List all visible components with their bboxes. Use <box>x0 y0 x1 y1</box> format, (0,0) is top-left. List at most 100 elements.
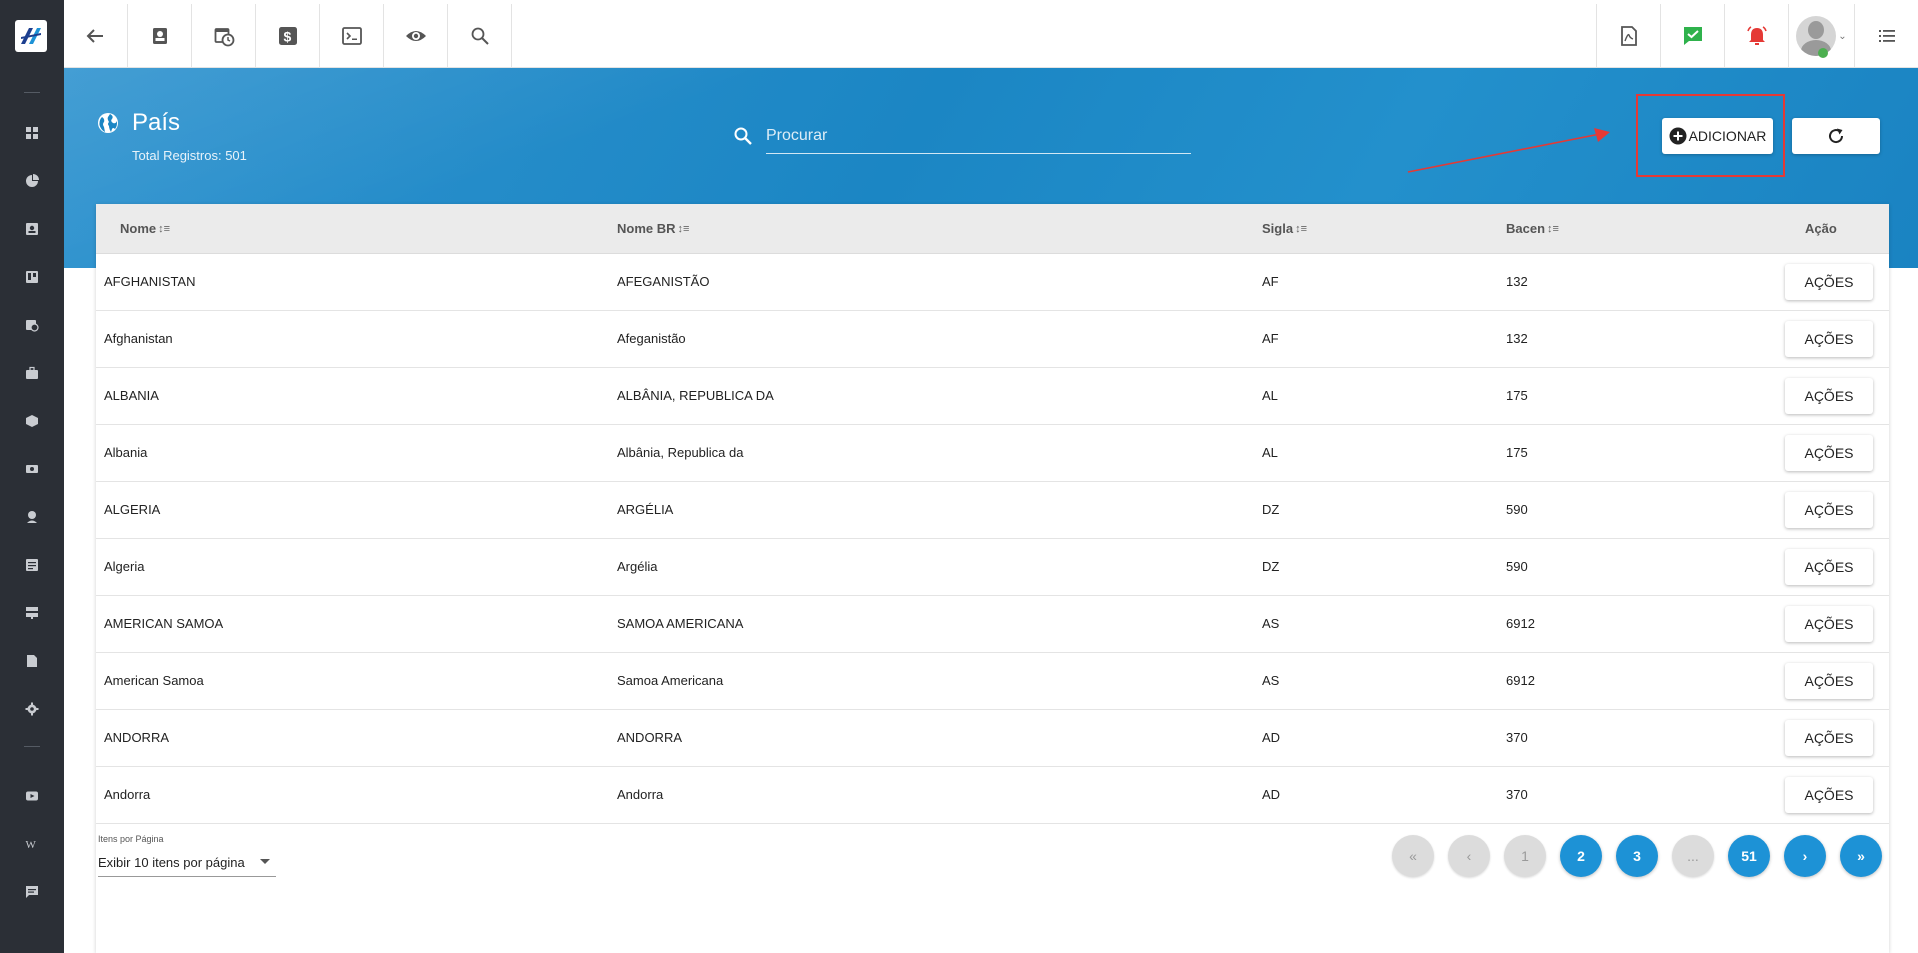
sidebar-item-finance[interactable] <box>0 454 64 484</box>
actions-button[interactable]: AÇÕES <box>1785 606 1873 642</box>
sidebar-item-wiki[interactable]: W <box>0 829 64 859</box>
table-row: ALBANIA ALBÂNIA, REPUBLICA DA AL 175 AÇÕ… <box>96 368 1889 425</box>
cube-icon <box>26 415 38 427</box>
sidebar-item-contacts[interactable] <box>0 214 64 244</box>
sidebar-item-kanban[interactable] <box>0 262 64 292</box>
actions-button[interactable]: AÇÕES <box>1785 663 1873 699</box>
briefcase-icon <box>26 366 38 379</box>
search-icon <box>471 27 489 45</box>
sort-icon: ↕≡ <box>1547 222 1559 235</box>
actions-button[interactable]: AÇÕES <box>1785 321 1873 357</box>
sidebar-item-settings[interactable] <box>0 694 64 724</box>
first-page-button[interactable]: « <box>1392 835 1434 877</box>
column-header-nome-br[interactable]: Nome BR ↕≡ <box>617 221 689 236</box>
alerts-button[interactable] <box>1724 4 1788 68</box>
location-person-icon <box>27 511 37 523</box>
cell-bacen: 590 <box>1506 502 1528 517</box>
pdf-button[interactable] <box>1596 4 1660 68</box>
add-button[interactable]: ADICIONAR <box>1662 118 1773 154</box>
cell-bacen: 370 <box>1506 787 1528 802</box>
main-menu-button[interactable] <box>1854 4 1918 68</box>
add-button-label: ADICIONAR <box>1688 128 1767 144</box>
actions-button[interactable]: AÇÕES <box>1785 777 1873 813</box>
contacts-button[interactable] <box>128 4 192 68</box>
user-menu-button[interactable]: ⌄ <box>1788 4 1854 68</box>
actions-button[interactable]: AÇÕES <box>1785 264 1873 300</box>
next-page-button[interactable]: › <box>1784 835 1826 877</box>
page-title: País <box>132 109 181 136</box>
cell-nome-br: Albânia, Republica da <box>617 445 744 460</box>
table-row: AMERICAN SAMOA SAMOA AMERICANA AS 6912 A… <box>96 596 1889 653</box>
sidebar-item-files[interactable] <box>0 646 64 676</box>
table-row: ALGERIA ARGÉLIA DZ 590 AÇÕES <box>96 482 1889 539</box>
cell-bacen: 175 <box>1506 445 1528 460</box>
avatar <box>1796 16 1837 56</box>
countries-table: Nome ↕≡ Nome BR ↕≡ Sigla ↕≡ Bacen ↕≡ Ação AF… <box>96 204 1889 953</box>
back-icon <box>86 29 103 43</box>
app-logo[interactable] <box>15 20 47 52</box>
dollar-icon: $ <box>278 27 297 45</box>
sidebar-item-business[interactable] <box>0 358 64 388</box>
cell-nome-br: ARGÉLIA <box>617 502 674 517</box>
actions-button[interactable]: AÇÕES <box>1785 549 1873 585</box>
search-input[interactable] <box>766 118 1191 154</box>
items-per-page-select[interactable]: Exibir 10 itens por página <box>98 849 276 877</box>
back-button[interactable] <box>64 4 128 68</box>
approvals-button[interactable] <box>1660 4 1724 68</box>
sidebar-item-charts[interactable] <box>0 166 64 196</box>
sidebar-item-chat[interactable] <box>0 877 64 907</box>
page-button-2[interactable]: 2 <box>1560 835 1602 877</box>
actions-button[interactable]: AÇÕES <box>1785 492 1873 528</box>
finance-button[interactable]: $ <box>256 4 320 68</box>
actions-button[interactable]: AÇÕES <box>1785 720 1873 756</box>
sidebar-item-servers[interactable] <box>0 598 64 628</box>
table-footer: Itens por Página Exibir 10 itens por pág… <box>96 825 1889 885</box>
schedule-button[interactable] <box>192 4 256 68</box>
cell-nome: ALBANIA <box>104 388 159 403</box>
cell-nome-br: Argélia <box>617 559 658 574</box>
pdf-icon <box>1620 26 1637 46</box>
sidebar-item-schedule[interactable] <box>0 310 64 340</box>
refresh-button[interactable] <box>1792 118 1880 154</box>
search-button[interactable] <box>448 4 512 68</box>
column-header-nome[interactable]: Nome ↕≡ <box>120 221 170 236</box>
table-row: Albania Albânia, Republica da AL 175 AÇÕ… <box>96 425 1889 482</box>
refresh-icon <box>1829 128 1844 144</box>
sidebar-item-dashboard[interactable] <box>0 118 64 148</box>
prev-page-button[interactable]: ‹ <box>1448 835 1490 877</box>
cell-sigla: AL <box>1262 388 1278 403</box>
sidebar-item-locations[interactable] <box>0 502 64 532</box>
column-header-bacen[interactable]: Bacen ↕≡ <box>1506 221 1559 236</box>
online-status-dot <box>1818 48 1828 58</box>
page-button-51[interactable]: 51 <box>1728 835 1770 877</box>
actions-button[interactable]: AÇÕES <box>1785 435 1873 471</box>
cell-sigla: AL <box>1262 445 1278 460</box>
calendar-clock-icon <box>26 320 39 332</box>
page-button-3[interactable]: 3 <box>1616 835 1658 877</box>
cell-nome-br: Afeganistão <box>617 331 686 346</box>
cell-nome: American Samoa <box>104 673 204 688</box>
sidebar-item-products[interactable] <box>0 406 64 436</box>
cell-bacen: 370 <box>1506 730 1528 745</box>
sidebar-divider <box>24 746 40 747</box>
terminal-button[interactable] <box>320 4 384 68</box>
actions-button[interactable]: AÇÕES <box>1785 378 1873 414</box>
column-header-sigla[interactable]: Sigla ↕≡ <box>1262 221 1307 236</box>
cell-nome-br: AFEGANISTÃO <box>617 274 710 289</box>
table-row: Andorra Andorra AD 370 AÇÕES <box>96 767 1889 824</box>
sidebar-item-documents[interactable] <box>0 550 64 580</box>
sidebar-item-videos[interactable] <box>0 781 64 811</box>
document-list-icon <box>26 559 38 571</box>
svg-text:W: W <box>26 839 37 851</box>
dropdown-arrow-icon <box>260 859 270 864</box>
items-per-page-value: Exibir 10 itens por página <box>98 855 245 870</box>
cell-nome-br: SAMOA AMERICANA <box>617 616 744 631</box>
view-button[interactable] <box>384 4 448 68</box>
page-button-1[interactable]: 1 <box>1504 835 1546 877</box>
cell-bacen: 6912 <box>1506 673 1535 688</box>
contact-card-icon <box>26 223 38 235</box>
globe-icon <box>98 113 118 133</box>
cell-sigla: AF <box>1262 331 1279 346</box>
chat-icon <box>26 886 38 898</box>
last-page-button[interactable]: » <box>1840 835 1882 877</box>
